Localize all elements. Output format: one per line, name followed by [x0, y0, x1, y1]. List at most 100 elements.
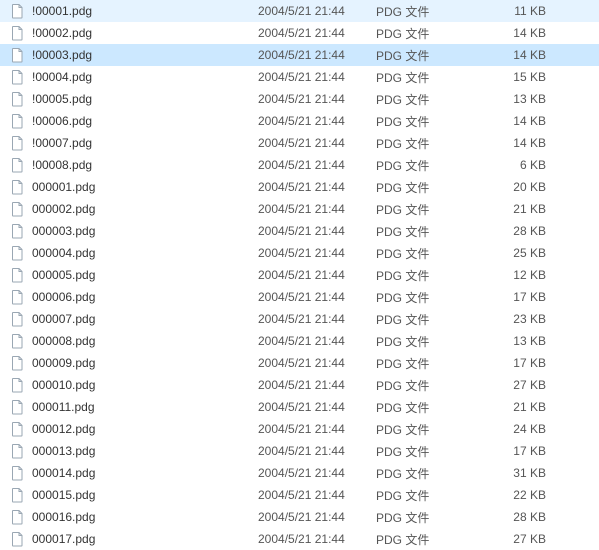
- file-name-cell[interactable]: 000007.pdg: [10, 311, 258, 327]
- file-row[interactable]: 000002.pdg2004/5/21 21:44PDG 文件21 KB: [0, 198, 599, 220]
- file-type: PDG 文件: [376, 333, 466, 350]
- file-icon: [10, 157, 26, 173]
- file-list[interactable]: !00001.pdg2004/5/21 21:44PDG 文件11 KB!000…: [0, 0, 599, 550]
- file-name-cell[interactable]: 000012.pdg: [10, 421, 258, 437]
- file-type: PDG 文件: [376, 179, 466, 196]
- file-name-cell[interactable]: 000003.pdg: [10, 223, 258, 239]
- file-row[interactable]: !00001.pdg2004/5/21 21:44PDG 文件11 KB: [0, 0, 599, 22]
- file-row[interactable]: !00005.pdg2004/5/21 21:44PDG 文件13 KB: [0, 88, 599, 110]
- file-name-cell[interactable]: !00006.pdg: [10, 113, 258, 129]
- file-row[interactable]: !00004.pdg2004/5/21 21:44PDG 文件15 KB: [0, 66, 599, 88]
- file-row[interactable]: 000016.pdg2004/5/21 21:44PDG 文件28 KB: [0, 506, 599, 528]
- file-name-cell[interactable]: 000011.pdg: [10, 399, 258, 415]
- file-name-cell[interactable]: !00007.pdg: [10, 135, 258, 151]
- file-date: 2004/5/21 21:44: [258, 26, 376, 40]
- file-type: PDG 文件: [376, 113, 466, 130]
- file-date: 2004/5/21 21:44: [258, 356, 376, 370]
- file-row[interactable]: !00006.pdg2004/5/21 21:44PDG 文件14 KB: [0, 110, 599, 132]
- file-name-cell[interactable]: 000010.pdg: [10, 377, 258, 393]
- file-date: 2004/5/21 21:44: [258, 136, 376, 150]
- file-row[interactable]: 000008.pdg2004/5/21 21:44PDG 文件13 KB: [0, 330, 599, 352]
- file-size: 13 KB: [466, 334, 558, 348]
- file-name: 000008.pdg: [32, 334, 95, 348]
- file-date: 2004/5/21 21:44: [258, 114, 376, 128]
- file-size: 14 KB: [466, 136, 558, 150]
- file-date: 2004/5/21 21:44: [258, 400, 376, 414]
- file-name: 000013.pdg: [32, 444, 95, 458]
- file-name: !00004.pdg: [32, 70, 92, 84]
- file-row[interactable]: 000009.pdg2004/5/21 21:44PDG 文件17 KB: [0, 352, 599, 374]
- file-row[interactable]: 000007.pdg2004/5/21 21:44PDG 文件23 KB: [0, 308, 599, 330]
- file-name-cell[interactable]: !00001.pdg: [10, 3, 258, 19]
- file-name-cell[interactable]: 000014.pdg: [10, 465, 258, 481]
- file-date: 2004/5/21 21:44: [258, 378, 376, 392]
- file-name-cell[interactable]: !00005.pdg: [10, 91, 258, 107]
- file-name: 000001.pdg: [32, 180, 95, 194]
- file-size: 27 KB: [466, 378, 558, 392]
- file-name-cell[interactable]: 000005.pdg: [10, 267, 258, 283]
- file-icon: [10, 289, 26, 305]
- file-name-cell[interactable]: 000001.pdg: [10, 179, 258, 195]
- file-row[interactable]: 000005.pdg2004/5/21 21:44PDG 文件12 KB: [0, 264, 599, 286]
- file-size: 13 KB: [466, 92, 558, 106]
- file-name: !00003.pdg: [32, 48, 92, 62]
- file-type: PDG 文件: [376, 267, 466, 284]
- file-row[interactable]: 000017.pdg2004/5/21 21:44PDG 文件27 KB: [0, 528, 599, 550]
- file-row[interactable]: 000011.pdg2004/5/21 21:44PDG 文件21 KB: [0, 396, 599, 418]
- file-row[interactable]: 000012.pdg2004/5/21 21:44PDG 文件24 KB: [0, 418, 599, 440]
- file-name-cell[interactable]: !00008.pdg: [10, 157, 258, 173]
- file-name-cell[interactable]: 000006.pdg: [10, 289, 258, 305]
- file-date: 2004/5/21 21:44: [258, 158, 376, 172]
- file-type: PDG 文件: [376, 245, 466, 262]
- file-date: 2004/5/21 21:44: [258, 4, 376, 18]
- file-row[interactable]: !00003.pdg2004/5/21 21:44PDG 文件14 KB: [0, 44, 599, 66]
- file-row[interactable]: 000006.pdg2004/5/21 21:44PDG 文件17 KB: [0, 286, 599, 308]
- file-date: 2004/5/21 21:44: [258, 202, 376, 216]
- file-name-cell[interactable]: 000002.pdg: [10, 201, 258, 217]
- file-name-cell[interactable]: !00003.pdg: [10, 47, 258, 63]
- file-name: !00002.pdg: [32, 26, 92, 40]
- file-name-cell[interactable]: 000004.pdg: [10, 245, 258, 261]
- file-type: PDG 文件: [376, 355, 466, 372]
- file-row[interactable]: 000015.pdg2004/5/21 21:44PDG 文件22 KB: [0, 484, 599, 506]
- file-type: PDG 文件: [376, 135, 466, 152]
- file-date: 2004/5/21 21:44: [258, 70, 376, 84]
- file-icon: [10, 377, 26, 393]
- file-name-cell[interactable]: !00004.pdg: [10, 69, 258, 85]
- file-date: 2004/5/21 21:44: [258, 268, 376, 282]
- file-date: 2004/5/21 21:44: [258, 48, 376, 62]
- file-size: 25 KB: [466, 246, 558, 260]
- file-size: 17 KB: [466, 290, 558, 304]
- file-row[interactable]: !00007.pdg 2004/5/21 21:44PDG 文件14 KB: [0, 132, 599, 154]
- file-row[interactable]: 000010.pdg2004/5/21 21:44PDG 文件27 KB: [0, 374, 599, 396]
- file-name: !00007.pdg: [32, 136, 92, 150]
- file-row[interactable]: 000013.pdg2004/5/21 21:44PDG 文件17 KB: [0, 440, 599, 462]
- file-name-cell[interactable]: 000013.pdg: [10, 443, 258, 459]
- file-row[interactable]: !00008.pdg2004/5/21 21:44PDG 文件6 KB: [0, 154, 599, 176]
- file-row[interactable]: 000004.pdg2004/5/21 21:44PDG 文件25 KB: [0, 242, 599, 264]
- file-icon: [10, 355, 26, 371]
- file-type: PDG 文件: [376, 377, 466, 394]
- file-row[interactable]: 000014.pdg2004/5/21 21:44PDG 文件31 KB: [0, 462, 599, 484]
- file-size: 14 KB: [466, 114, 558, 128]
- file-size: 20 KB: [466, 180, 558, 194]
- file-size: 17 KB: [466, 444, 558, 458]
- file-icon: [10, 69, 26, 85]
- file-name-cell[interactable]: 000015.pdg: [10, 487, 258, 503]
- file-type: PDG 文件: [376, 201, 466, 218]
- file-date: 2004/5/21 21:44: [258, 92, 376, 106]
- file-name-cell[interactable]: 000016.pdg: [10, 509, 258, 525]
- file-type: PDG 文件: [376, 223, 466, 240]
- file-name: 000015.pdg: [32, 488, 95, 502]
- file-type: PDG 文件: [376, 69, 466, 86]
- file-name-cell[interactable]: !00002.pdg: [10, 25, 258, 41]
- file-row[interactable]: 000003.pdg2004/5/21 21:44PDG 文件28 KB: [0, 220, 599, 242]
- file-date: 2004/5/21 21:44: [258, 290, 376, 304]
- file-row[interactable]: !00002.pdg2004/5/21 21:44PDG 文件14 KB: [0, 22, 599, 44]
- file-date: 2004/5/21 21:44: [258, 488, 376, 502]
- file-name-cell[interactable]: 000008.pdg: [10, 333, 258, 349]
- file-row[interactable]: 000001.pdg2004/5/21 21:44PDG 文件20 KB: [0, 176, 599, 198]
- file-name-cell[interactable]: 000009.pdg: [10, 355, 258, 371]
- file-name-cell[interactable]: 000017.pdg: [10, 531, 258, 547]
- file-size: 31 KB: [466, 466, 558, 480]
